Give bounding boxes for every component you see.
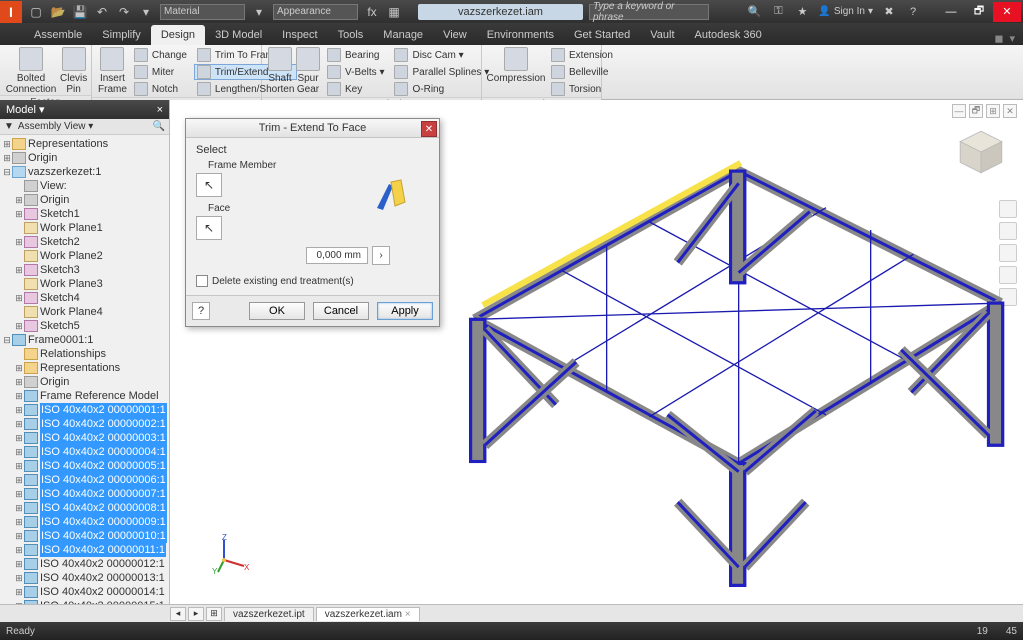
dialog-close-button[interactable]: ✕ xyxy=(421,121,437,137)
app-logo[interactable]: I xyxy=(0,1,22,23)
dialog-illustration-icon xyxy=(371,174,411,214)
status-count-1: 19 xyxy=(977,626,988,637)
doctab-ipt[interactable]: vazszerkezet.ipt xyxy=(224,607,314,621)
status-count-2: 45 xyxy=(1006,626,1017,637)
ribbon: Bolted Connection Clevis Pin Fasten Inse… xyxy=(0,45,1023,100)
doctab-next-icon[interactable]: ▸ xyxy=(188,607,204,621)
tab-environments[interactable]: Environments xyxy=(477,25,564,45)
extension-button[interactable]: Extension xyxy=(548,47,616,63)
tab-inspect[interactable]: Inspect xyxy=(272,25,327,45)
parallel-splines-button[interactable]: Parallel Splines ▾ xyxy=(391,64,492,80)
status-bar: Ready 19 45 xyxy=(0,622,1023,640)
offset-arrow-button[interactable]: › xyxy=(372,246,390,265)
select-label: Select xyxy=(196,144,429,156)
svg-text:Z: Z xyxy=(222,534,227,542)
insert-frame-button[interactable]: Insert Frame xyxy=(98,47,127,95)
model-browser: Model ▾× ▼ Assembly View ▾ 🔍 ⊞Representa… xyxy=(0,100,170,622)
window-title: vazszerkezet.iam xyxy=(418,4,583,20)
delete-treatments-checkbox[interactable] xyxy=(196,275,208,287)
tab-simplify[interactable]: Simplify xyxy=(92,25,151,45)
miter-button[interactable]: Miter xyxy=(131,64,190,80)
ok-button[interactable]: OK xyxy=(249,302,305,320)
assembly-view-select[interactable]: Assembly View ▾ xyxy=(18,121,149,132)
status-text: Ready xyxy=(6,626,35,637)
doctab-list-icon[interactable]: ⊞ xyxy=(206,607,222,621)
dialog-help-button[interactable]: ? xyxy=(192,302,210,320)
frame-member-label: Frame Member xyxy=(208,160,429,171)
close-button[interactable]: ✕ xyxy=(993,2,1021,22)
clevis-pin-button[interactable]: Clevis Pin xyxy=(60,47,87,95)
pick-frame-member-button[interactable]: ↖ xyxy=(196,173,222,197)
dropdown-icon[interactable]: ▾ xyxy=(138,4,154,20)
tab-3dmodel[interactable]: 3D Model xyxy=(205,25,272,45)
save-icon[interactable]: 💾 xyxy=(72,4,88,20)
svg-text:X: X xyxy=(244,563,250,572)
tab-design[interactable]: Design xyxy=(151,25,205,45)
tab-autodesk360[interactable]: Autodesk 360 xyxy=(685,25,772,45)
tab-vault[interactable]: Vault xyxy=(640,25,684,45)
delete-treatments-label: Delete existing end treatment(s) xyxy=(212,276,354,287)
undo-icon[interactable]: ↶ xyxy=(94,4,110,20)
material-select[interactable]: Material xyxy=(160,4,245,20)
help-bullet-icon[interactable]: ◼ xyxy=(994,32,1003,45)
doctab-iam[interactable]: vazszerkezet.iam × xyxy=(316,607,420,621)
change-button[interactable]: Change xyxy=(131,47,190,63)
maximize-button[interactable]: 🗗 xyxy=(965,2,993,22)
trim-extend-dialog: Trim - Extend To Face ✕ Select Frame Mem… xyxy=(185,118,440,327)
offset-value[interactable]: 0,000 mm xyxy=(306,247,368,264)
vbelts-button[interactable]: V-Belts ▾ xyxy=(324,64,387,80)
minimize-button[interactable]: — xyxy=(937,2,965,22)
tool-icon[interactable]: ▦ xyxy=(386,4,402,20)
quick-access-toolbar: ▢ 📂 💾 ↶ ↷ ▾ Material ▾ Appearance fx ▦ xyxy=(22,4,408,20)
tab-view[interactable]: View xyxy=(433,25,477,45)
pick-face-button[interactable]: ↖ xyxy=(196,216,222,240)
doctab-close-icon[interactable]: × xyxy=(405,609,411,620)
compression-button[interactable]: Compression xyxy=(488,47,544,84)
tab-getstarted[interactable]: Get Started xyxy=(564,25,640,45)
axis-triad: X Y Z xyxy=(210,534,250,574)
binoculars-icon[interactable]: 🔍 xyxy=(746,4,762,20)
tab-manage[interactable]: Manage xyxy=(373,25,433,45)
disc-cam-button[interactable]: Disc Cam ▾ xyxy=(391,47,492,63)
torsion-button[interactable]: Torsion xyxy=(548,81,616,97)
belleville-button[interactable]: Belleville xyxy=(548,64,616,80)
exchange-icon[interactable]: ✖ xyxy=(881,4,897,20)
dropdown-icon[interactable]: ▾ xyxy=(251,4,267,20)
new-icon[interactable]: ▢ xyxy=(28,4,44,20)
browser-tree[interactable]: ⊞Representations ⊞Origin ⊟vazszerkezet:1… xyxy=(0,135,169,622)
close-panel-icon[interactable]: × xyxy=(157,104,163,116)
appearance-select[interactable]: Appearance xyxy=(273,4,358,20)
apply-button[interactable]: Apply xyxy=(377,302,433,320)
tab-assemble[interactable]: Assemble xyxy=(24,25,92,45)
bearing-button[interactable]: Bearing xyxy=(324,47,387,63)
browser-header[interactable]: Model ▾× xyxy=(0,100,169,119)
dialog-title: Trim - Extend To Face xyxy=(192,122,433,134)
search-input[interactable]: Type a keyword or phrase xyxy=(589,4,709,20)
spur-gear-button[interactable]: Spur Gear xyxy=(296,47,320,95)
bolted-connection-button[interactable]: Bolted Connection xyxy=(6,47,56,95)
search-browser-icon[interactable]: 🔍 xyxy=(153,121,165,132)
redo-icon[interactable]: ↷ xyxy=(116,4,132,20)
cancel-button[interactable]: Cancel xyxy=(313,302,369,320)
key-icon[interactable]: ⚿ xyxy=(770,4,786,20)
shaft-button[interactable]: Shaft xyxy=(268,47,292,84)
filter-icon[interactable]: ▼ xyxy=(4,121,14,132)
document-tabs: ◂ ▸ ⊞ vazszerkezet.ipt vazszerkezet.iam … xyxy=(0,604,1023,622)
help-icon[interactable]: ? xyxy=(905,4,921,20)
star-icon[interactable]: ★ xyxy=(794,4,810,20)
title-bar: I ▢ 📂 💾 ↶ ↷ ▾ Material ▾ Appearance fx ▦… xyxy=(0,0,1023,23)
oring-button[interactable]: O-Ring xyxy=(391,81,492,97)
tab-tools[interactable]: Tools xyxy=(328,25,374,45)
notch-button[interactable]: Notch xyxy=(131,81,190,97)
dialog-titlebar[interactable]: Trim - Extend To Face ✕ xyxy=(186,119,439,138)
signin-button[interactable]: 👤Sign In▾ xyxy=(818,6,873,17)
key-button[interactable]: Key xyxy=(324,81,387,97)
doctab-prev-icon[interactable]: ◂ xyxy=(170,607,186,621)
ribbon-tabs: Assemble Simplify Design 3D Model Inspec… xyxy=(0,23,1023,45)
open-icon[interactable]: 📂 xyxy=(50,4,66,20)
svg-text:Y: Y xyxy=(212,567,218,574)
fx-icon[interactable]: fx xyxy=(364,4,380,20)
